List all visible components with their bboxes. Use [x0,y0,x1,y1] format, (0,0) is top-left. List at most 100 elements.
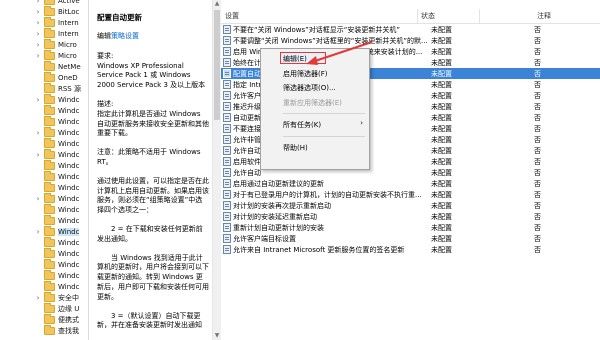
chevron-right-icon[interactable]: › [34,294,42,302]
tree-item[interactable]: Windc [0,258,88,270]
scroll-thumb[interactable] [214,10,220,120]
row-setting-name: 启用通过自动更新建议的更新 [233,180,324,188]
tree-item-label: NetMe [58,62,81,71]
folder-icon [44,170,55,181]
tree-item[interactable]: › Windc [0,192,88,204]
row-note: 否 [534,213,541,221]
folder-icon [44,225,55,236]
table-row[interactable]: 对计划的安装延迟重新启动 未配置 否 [221,211,600,222]
tree-item[interactable]: RSS 源 [0,82,88,94]
row-state: 未配置 [431,136,452,144]
table-row[interactable]: 允许来自 Intranet Microsoft 更新服务位置的签名更新 未配置 否 [221,244,600,255]
table-row[interactable]: 不要调整“关闭 Windows”对话框里的“安装更新并关机”的默... 未配置否 [221,35,600,46]
table-row[interactable]: 启用通过自动更新建议的更新 未配置 否 [221,178,600,189]
tree-item-label: Active [58,0,80,5]
chevron-right-icon[interactable]: › [34,8,42,16]
tree-item[interactable]: Windc [0,137,88,149]
tree-item[interactable]: › Windc [0,148,88,160]
tree-item[interactable]: › Intern [0,16,88,28]
table-row[interactable]: 允许客户端目标设置 未配置 否 [221,233,600,244]
chevron-right-icon[interactable]: › [34,151,42,159]
tree-item[interactable]: › Intern [0,27,88,39]
row-note: 否 [534,180,541,188]
policy-setting-icon [223,80,231,89]
chevron-right-icon[interactable]: › [34,129,42,137]
tree-item[interactable]: Windc [0,280,88,292]
menu-item[interactable]: 筛选器选项(O)... [261,81,369,94]
tree-item[interactable]: › Windc [0,126,88,138]
description-label: 描述: [97,99,114,108]
tree-item-label: Windc [58,106,80,115]
menu-item[interactable]: 帮助(H) [261,141,369,154]
chevron-right-icon[interactable]: › [34,41,42,49]
folder-icon [44,269,55,280]
folder-icon [44,302,55,313]
chevron-right-icon[interactable]: › [34,19,42,27]
table-row[interactable]: 不要在“关闭 Windows”对话框显示“安装更新并关机” 未配置 否 [221,24,600,35]
tree-item[interactable]: Windc [0,236,88,248]
column-header-note[interactable]: 注释 [537,11,551,21]
tree-item[interactable]: 查找我 [0,324,88,336]
policy-setting-icon [223,102,231,111]
folder-icon [44,236,55,247]
folder-icon [44,0,55,5]
chevron-right-icon[interactable]: › [34,0,42,5]
tree-item[interactable]: Windc [0,247,88,259]
table-row[interactable]: 对于有已登录用户的计算机，计划的自动更新安装不执行重... 未配置 否 [221,189,600,200]
folder-icon [44,126,55,137]
description-scrollbar[interactable]: ▲ ▼ [212,0,221,340]
chevron-right-icon[interactable]: › [34,195,42,203]
tree-item[interactable]: Windc [0,115,88,127]
requirements-text: Windows XP Professional Service Pack 1 或… [97,61,206,90]
policy-setting-icon [223,25,231,34]
tree-item[interactable]: Windc [0,159,88,171]
tree-item[interactable]: › BitLoc [0,5,88,17]
row-setting-name: 对计划的安装延迟重新启动 [233,213,317,221]
menu-item[interactable]: 所有任务(K) › [261,118,369,131]
tree-item[interactable]: › Micro [0,49,88,61]
scroll-down-icon[interactable]: ▼ [213,332,221,340]
row-note: 否 [534,48,541,56]
column-divider[interactable] [417,9,418,23]
folder-icon [44,38,55,49]
tree-item-label: 边缘 U [58,304,80,313]
column-divider[interactable] [479,9,480,23]
tree-item[interactable]: Windc [0,104,88,116]
chevron-right-icon[interactable]: › [34,228,42,236]
tree-item[interactable]: › 安全中 [0,291,88,303]
tree-item[interactable]: Windc [0,214,88,226]
tree-item-label: Windc [58,205,80,214]
description-pane: 配置自动更新 编辑策略设置 要求: Windows XP Professiona… [89,0,211,340]
row-state: 未配置 [431,70,452,78]
tree-item[interactable]: Windc [0,181,88,193]
tree-item[interactable]: Windc [0,269,88,281]
tree-item[interactable]: › Windc [0,93,88,105]
column-header-setting[interactable]: 设置 [225,11,239,21]
policy-setting-icon [223,157,231,166]
chevron-right-icon[interactable]: › [34,30,42,38]
edit-prefix: 编辑 [97,32,111,40]
tree-item[interactable]: OneD [0,71,88,83]
tree-item[interactable]: Windc [0,203,88,215]
tree-item-label: 查找我 [58,326,79,335]
tree-item[interactable]: 边缘 U [0,302,88,314]
tree-item[interactable]: › Micro [0,38,88,50]
tree-item[interactable]: 便携式 [0,313,88,325]
menu-item[interactable]: 重新应用筛选器(E) [261,96,369,109]
chevron-right-icon[interactable]: › [34,96,42,104]
row-state: 未配置 [431,147,452,155]
policy-setting-icon [223,223,231,232]
edit-policy-link[interactable]: 策略设置 [111,32,139,40]
menu-item[interactable]: 启用筛选器(F) [261,67,369,80]
table-row[interactable]: 重新计划自动更新计划的安装 未配置 否 [221,222,600,233]
menu-item-label: 筛选器选项(O)... [283,84,336,92]
tree-item[interactable]: › Windc [0,225,88,237]
menu-separator [283,113,365,114]
tree-item[interactable]: Windc [0,170,88,182]
scroll-up-icon[interactable]: ▲ [213,0,221,8]
table-row[interactable]: 对计划的安装再次提示重新启动 未配置 否 [221,200,600,211]
tree-item[interactable]: NetMe [0,60,88,72]
chevron-right-icon[interactable]: › [34,52,42,60]
edit-policy-line: 编辑策略设置 [97,32,209,42]
column-header-state[interactable]: 状态 [421,11,435,21]
